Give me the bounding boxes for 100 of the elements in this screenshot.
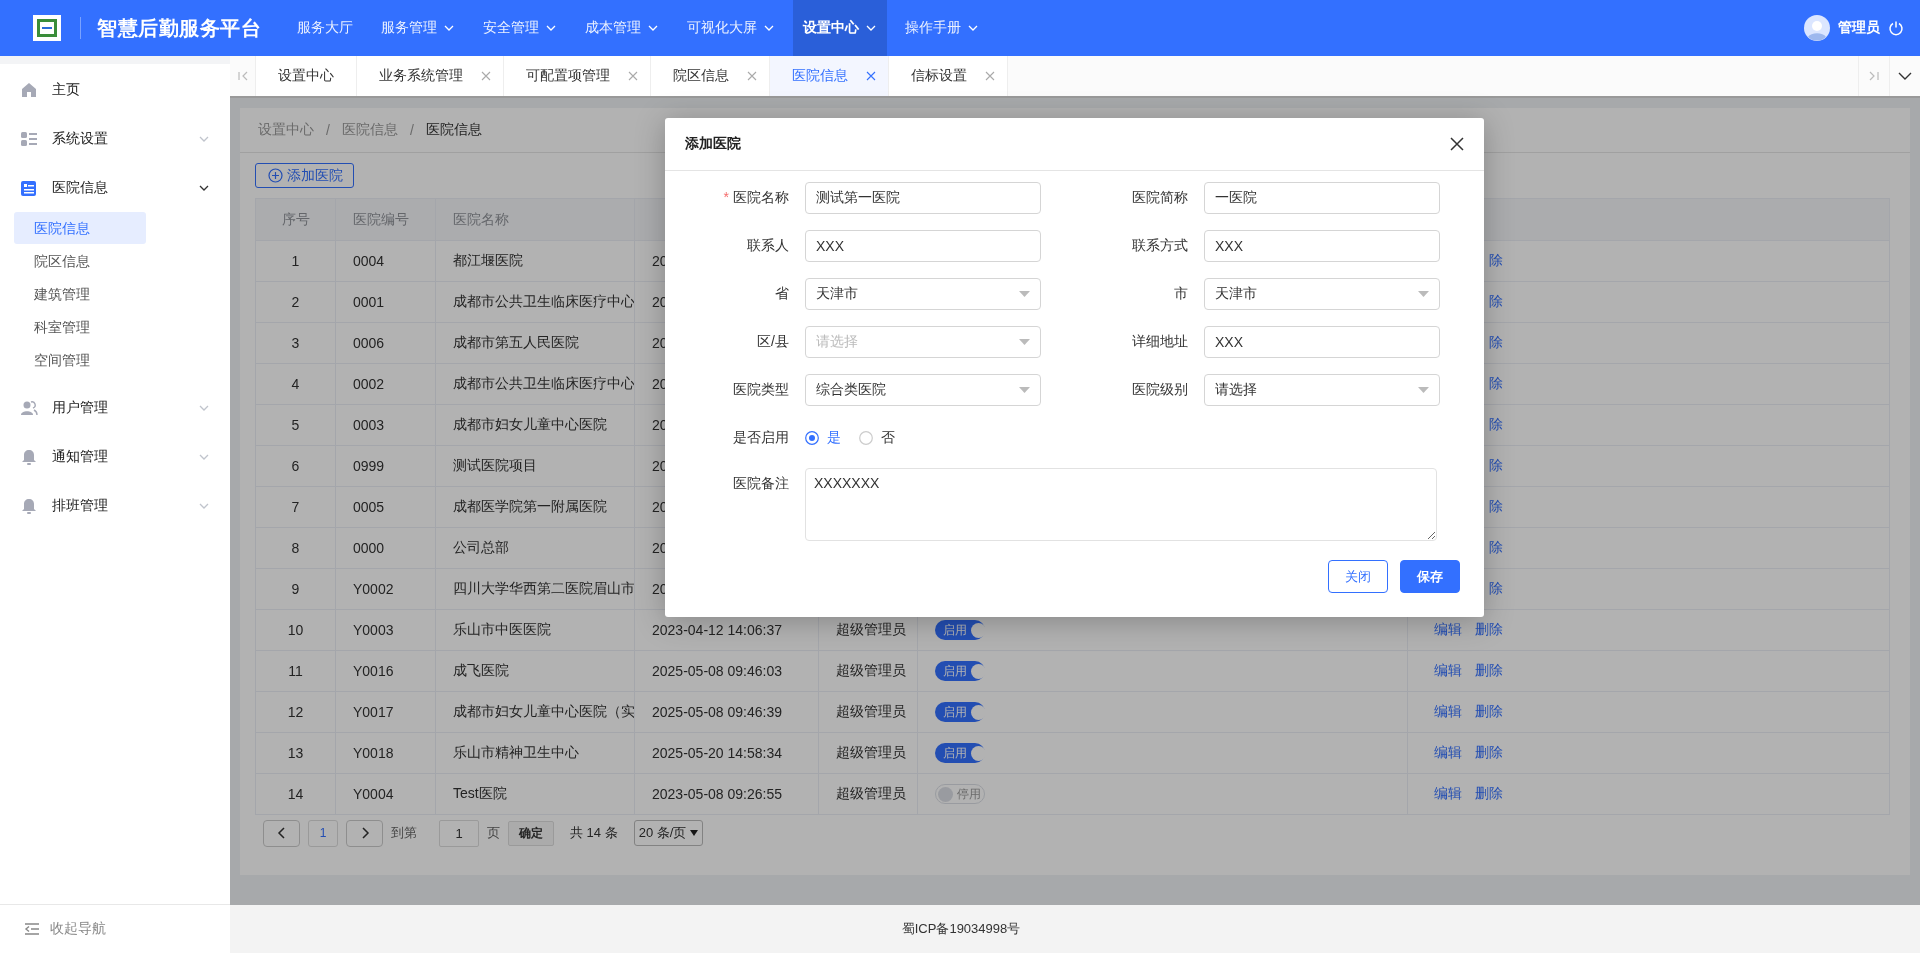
table-cell: 0001	[336, 282, 436, 323]
add-hospital-button[interactable]: 添加医院	[255, 163, 354, 188]
radio-checked-icon	[805, 431, 819, 445]
nav-menu-item[interactable]: 服务管理	[371, 0, 465, 56]
edit-link[interactable]: 编辑	[1432, 662, 1462, 680]
grid-list-icon	[20, 129, 38, 148]
close-icon[interactable]	[1450, 137, 1464, 151]
breadcrumb-separator: /	[326, 122, 330, 138]
edit-link[interactable]: 编辑	[1432, 621, 1462, 639]
next-page-button[interactable]	[346, 819, 383, 847]
page-number[interactable]: 1	[308, 819, 338, 847]
page-tab[interactable]: 医院信息	[770, 56, 889, 96]
breadcrumb-current: 医院信息	[425, 121, 482, 139]
close-button[interactable]: 关闭	[1328, 560, 1388, 593]
edit-link[interactable]: 编辑	[1432, 785, 1462, 803]
table-cell: 0003	[336, 405, 436, 446]
sidebar-item[interactable]: 用户管理	[0, 383, 230, 432]
table-cell: Y0016	[336, 651, 436, 692]
page-size-select[interactable]: 20 条/页	[633, 820, 704, 846]
radio-option[interactable]: 否	[859, 429, 895, 447]
select-field[interactable]: 天津市	[1204, 278, 1440, 310]
nav-menu-item[interactable]: 可视化大屏	[677, 0, 785, 56]
avatar-icon	[1804, 15, 1830, 41]
sidebar-subitem[interactable]: 建筑管理	[14, 278, 146, 310]
sidebar-item[interactable]: 主页	[0, 65, 230, 114]
select-field[interactable]: 请选择	[1204, 374, 1440, 406]
column-header: 医院名称	[436, 199, 635, 241]
delete-link[interactable]: 删除	[1473, 621, 1503, 639]
field-label: 省	[774, 285, 789, 303]
remarks-field[interactable]: XXXXXXX	[805, 468, 1437, 541]
page-tab[interactable]: 业务系统管理	[357, 56, 504, 96]
breadcrumb-link[interactable]: 设置中心	[258, 121, 314, 139]
delete-link[interactable]: 删除	[1473, 703, 1503, 721]
page-tab[interactable]: 信标设置	[889, 56, 1008, 96]
text-field[interactable]: 测试第一医院	[805, 182, 1041, 214]
select-field[interactable]: 天津市	[805, 278, 1041, 310]
edit-link[interactable]: 编辑	[1432, 744, 1462, 762]
total-count: 共 14 条	[570, 824, 618, 842]
sidebar-subitem[interactable]: 空间管理	[14, 344, 146, 376]
sidebar-item[interactable]: 通知管理	[0, 432, 230, 481]
nav-menu-item[interactable]: 成本管理	[575, 0, 669, 56]
status-switch[interactable]: 启用	[935, 661, 985, 681]
sidebar-subitem[interactable]: 科室管理	[14, 311, 146, 343]
table-cell: 2025-05-20 14:58:34	[635, 733, 819, 774]
breadcrumb-link[interactable]: 医院信息	[341, 121, 398, 139]
page-tab[interactable]: 院区信息	[651, 56, 770, 96]
text-field[interactable]: XXX	[1204, 326, 1440, 358]
select-field[interactable]: 综合类医院	[805, 374, 1041, 406]
sidebar-item[interactable]: 系统设置	[0, 114, 230, 163]
sidebar-item[interactable]: 排班管理	[0, 481, 230, 530]
edit-link[interactable]: 编辑	[1432, 703, 1462, 721]
table-cell: 0999	[336, 446, 436, 487]
sidebar-subitem[interactable]: 医院信息	[14, 212, 146, 244]
delete-link[interactable]: 删除	[1473, 662, 1503, 680]
previous-page-button[interactable]	[263, 819, 300, 847]
collapse-menu-icon	[24, 922, 40, 936]
text-field[interactable]: XXX	[805, 230, 1041, 262]
nav-menu-item[interactable]: 操作手册	[895, 0, 989, 56]
table-cell: 成都市第五人民医院	[436, 323, 635, 364]
goto-page-field[interactable]: 1	[439, 819, 479, 847]
skip-right-icon	[1868, 70, 1880, 82]
status-switch[interactable]: 停用	[935, 784, 985, 804]
radio-unchecked-icon	[859, 431, 873, 445]
plus-circle-icon	[268, 168, 283, 183]
delete-link[interactable]: 删除	[1473, 744, 1503, 762]
table-cell: 6	[256, 446, 336, 487]
page-tab[interactable]: 设置中心	[256, 56, 357, 96]
table-cell: 测试医院项目	[436, 446, 635, 487]
table-cell: 公司总部	[436, 528, 635, 569]
column-header: 序号	[256, 199, 336, 241]
text-field[interactable]: 一医院	[1204, 182, 1440, 214]
field-label: 市	[1173, 285, 1188, 303]
chevron-right-icon	[359, 826, 370, 840]
delete-link[interactable]: 删除	[1473, 785, 1503, 803]
select-field[interactable]: 请选择	[805, 326, 1041, 358]
page-unit-label: 页	[487, 824, 500, 842]
status-switch[interactable]: 启用	[935, 702, 985, 722]
table-cell: 5	[256, 405, 336, 446]
status-switch[interactable]: 启用	[935, 620, 985, 640]
field-label: * 医院名称	[722, 189, 789, 207]
nav-menu-item[interactable]: 服务大厅	[287, 0, 363, 56]
skip-left-icon	[236, 70, 249, 82]
sidebar-subitem[interactable]: 院区信息	[14, 245, 146, 277]
page-tab[interactable]: 可配置项管理	[504, 56, 651, 96]
nav-menu-item[interactable]: 设置中心	[793, 0, 887, 56]
table-cell: 成都市公共卫生临床医疗中心	[436, 364, 635, 405]
table-cell: 10	[256, 610, 336, 651]
status-switch[interactable]: 启用	[935, 743, 985, 763]
user-name[interactable]: 管理员	[1838, 19, 1880, 37]
text-field[interactable]: XXX	[1204, 230, 1440, 262]
table-cell: Y0002	[336, 569, 436, 610]
dropdown-caret-icon	[1019, 387, 1030, 393]
nav-menu-item[interactable]: 安全管理	[473, 0, 567, 56]
confirm-button[interactable]: 确定	[508, 820, 554, 846]
table-cell: 1	[256, 241, 336, 282]
save-button[interactable]: 保存	[1400, 560, 1460, 593]
table-cell: 2	[256, 282, 336, 323]
table-cell: 0004	[336, 241, 436, 282]
sidebar-item[interactable]: 医院信息	[0, 163, 230, 212]
table-cell: 0005	[336, 487, 436, 528]
